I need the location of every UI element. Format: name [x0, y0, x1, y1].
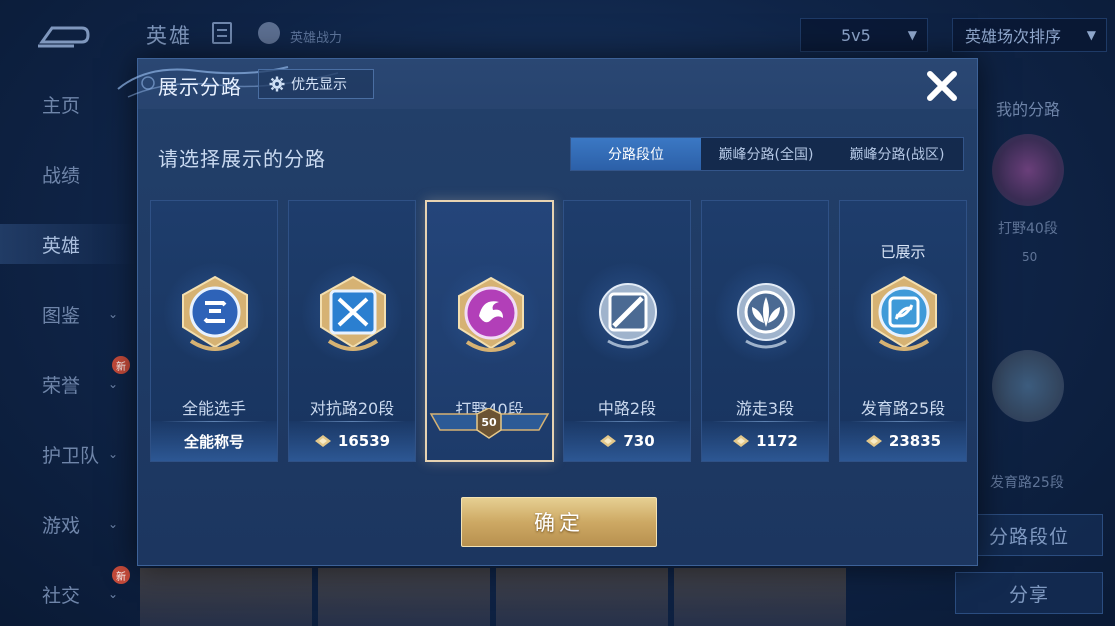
new-badge: 新	[112, 566, 130, 584]
route-card-roam[interactable]: 游走3段 1172	[701, 200, 829, 462]
hero-portrait[interactable]	[140, 568, 312, 626]
nav-label: 社交	[42, 584, 81, 607]
display-route-dialog: 展示分路 优先显示 请选择展示的分路 分路段位 巅峰分路(全国) 巅峰分路(战区…	[117, 58, 978, 566]
gear-icon	[269, 76, 285, 92]
chevron-down-icon: ▼	[907, 28, 917, 42]
nav-label: 战绩	[42, 164, 81, 187]
nav-item-record[interactable]: 战绩	[0, 154, 135, 194]
nav-item-guard[interactable]: 护卫队 ⌄	[0, 434, 135, 474]
nav-item-home[interactable]: 主页	[0, 84, 135, 124]
footer-divider	[299, 421, 405, 422]
tab-peak-national[interactable]: 巅峰分路(全国)	[701, 138, 831, 170]
route-card-farm[interactable]: 已展示 发育路25段 23835	[839, 200, 967, 462]
dialog-body: 请选择展示的分路 分路段位 巅峰分路(全国) 巅峰分路(战区) 全能选手 全能称…	[138, 109, 977, 565]
hero-portrait[interactable]	[496, 568, 668, 626]
nav-item-hero[interactable]: 英雄	[0, 224, 135, 264]
nav-label: 图鉴	[42, 304, 81, 327]
chevron-down-icon: ⌄	[108, 447, 119, 461]
footer-divider	[574, 421, 680, 422]
allround-title: 全能称号	[183, 432, 244, 451]
route-footer: 730	[564, 421, 690, 461]
hero-portrait[interactable]	[318, 568, 490, 626]
nav-item-codex[interactable]: 图鉴 ⌄	[0, 294, 135, 334]
route-name: 中路2段	[597, 399, 657, 418]
nav-label: 荣誉	[42, 374, 81, 397]
route-footer: 1172	[702, 421, 828, 461]
back-arrow-icon[interactable]	[34, 20, 92, 50]
nav-label: 游戏	[42, 514, 81, 537]
route-card-clash[interactable]: 对抗路20段 16539	[288, 200, 416, 462]
route-name: 游走3段	[735, 399, 795, 418]
nav-item-social[interactable]: 社交 ⌄ 新	[0, 566, 135, 614]
route-score: 16539	[337, 432, 391, 450]
jungle-badge-icon	[458, 276, 524, 352]
route-name: 全能选手	[181, 399, 246, 418]
jungle-badge-icon	[992, 134, 1064, 206]
farm-badge-icon	[992, 350, 1064, 422]
sort-select[interactable]: 英雄场次排序 ▼	[952, 18, 1107, 52]
chevron-down-icon: ⌄	[108, 307, 119, 321]
route-score: 730	[623, 432, 655, 450]
chevron-down-icon: ▼	[1086, 28, 1096, 42]
score-diamond-icon	[600, 435, 617, 447]
chevron-down-icon: ⌄	[108, 517, 119, 531]
nav-label: 护卫队	[42, 444, 100, 467]
score-diamond-icon	[314, 435, 331, 447]
route-name: 对抗路20段	[309, 399, 395, 418]
route-name: 发育路25段	[860, 399, 946, 418]
list-icon[interactable]	[212, 22, 232, 44]
tab-peak-region[interactable]: 巅峰分路(战区)	[831, 138, 963, 170]
mode-select[interactable]: 5v5 ▼	[800, 18, 928, 52]
priority-display-button[interactable]: 优先显示	[258, 69, 374, 99]
my-routes-title: 我的分路	[996, 100, 1061, 119]
allround-badge-icon	[182, 275, 248, 351]
route-score: 23835	[888, 432, 942, 450]
nav-item-game[interactable]: 游戏 ⌄	[0, 504, 135, 544]
priority-display-label: 优先显示	[291, 77, 347, 93]
dialog-title: 展示分路	[158, 75, 242, 99]
chevron-down-icon: ⌄	[108, 377, 119, 391]
route-card-allround[interactable]: 全能选手 全能称号	[150, 200, 278, 462]
route-card-list: 全能选手 全能称号 对抗路20段 16539 50 中路2段 730 游走3段 …	[150, 200, 970, 464]
route-footer: 全能称号	[151, 421, 277, 461]
hero-portrait-strip	[140, 568, 940, 626]
farm-lane-badge-icon	[871, 275, 937, 351]
roam-badge-icon	[737, 283, 795, 349]
nav-item-honor[interactable]: 荣誉 ⌄ 新	[0, 356, 135, 404]
route-tabs: 分路段位 巅峰分路(全国) 巅峰分路(战区)	[570, 137, 964, 171]
nav-label: 英雄	[42, 234, 81, 257]
footer-divider	[850, 421, 956, 422]
route-footer: 23835	[840, 421, 966, 461]
hero-portrait[interactable]	[674, 568, 846, 626]
mid-lane-badge-icon	[599, 283, 657, 349]
route-label: 发育路25段	[990, 475, 1064, 491]
hero-power-icon[interactable]	[258, 22, 280, 44]
route-score: 1172	[756, 432, 798, 450]
hero-power-label[interactable]: 英雄战力	[290, 27, 342, 46]
level-label: 50	[1022, 250, 1038, 264]
footer-divider	[161, 421, 267, 422]
share-button[interactable]: 分享	[955, 572, 1103, 614]
level-banner-icon: 50	[429, 408, 550, 439]
footer-divider	[712, 421, 818, 422]
close-icon[interactable]	[923, 67, 961, 105]
sort-select-value: 英雄场次排序	[965, 27, 1062, 46]
mode-select-value: 5v5	[841, 25, 871, 45]
route-label: 打野40段	[998, 221, 1058, 237]
score-diamond-icon	[733, 435, 750, 447]
bg-page-title: 英雄	[146, 24, 192, 48]
level-number: 50	[481, 416, 497, 429]
displayed-label: 已展示	[880, 243, 926, 261]
route-footer: 16539	[289, 421, 415, 461]
route-card-mid[interactable]: 中路2段 730	[563, 200, 691, 462]
new-badge: 新	[112, 356, 130, 374]
chevron-down-icon: ⌄	[108, 587, 119, 601]
nav-label: 主页	[42, 94, 81, 117]
select-prompt: 请选择展示的分路	[158, 147, 326, 171]
score-diamond-icon	[865, 435, 882, 447]
confirm-button[interactable]: 确定	[461, 497, 657, 547]
tab-route-rank[interactable]: 分路段位	[571, 138, 701, 170]
clash-lane-badge-icon	[320, 275, 386, 351]
route-card-jungle[interactable]: 打野40段 50	[425, 200, 554, 462]
